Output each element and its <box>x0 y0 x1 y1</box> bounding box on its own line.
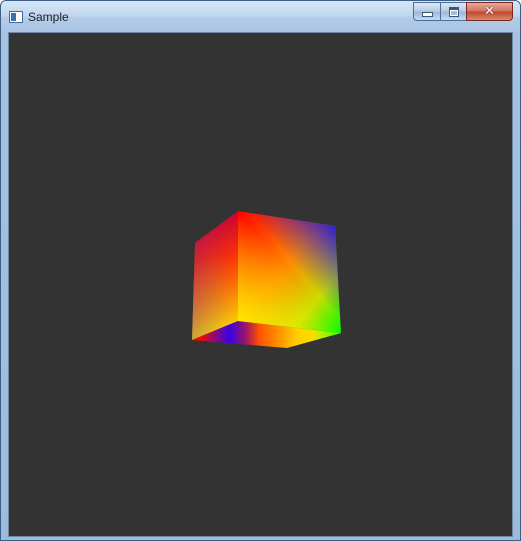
cube-scene <box>192 211 341 348</box>
cube-left-face <box>192 211 238 340</box>
app-window-icon[interactable] <box>9 11 23 23</box>
title-bar[interactable]: Sample ✕ <box>1 1 520 32</box>
minimize-button[interactable] <box>413 2 440 21</box>
window-title: Sample <box>28 10 69 24</box>
caption-buttons: ✕ <box>413 2 513 22</box>
minimize-icon <box>421 12 433 17</box>
render-viewport[interactable] <box>8 32 513 537</box>
close-button[interactable]: ✕ <box>466 2 513 21</box>
app-window: Sample ✕ <box>0 0 521 541</box>
close-icon: ✕ <box>484 4 495 19</box>
cube-front-face <box>238 211 341 333</box>
maximize-icon <box>448 6 459 17</box>
maximize-button[interactable] <box>440 2 466 21</box>
